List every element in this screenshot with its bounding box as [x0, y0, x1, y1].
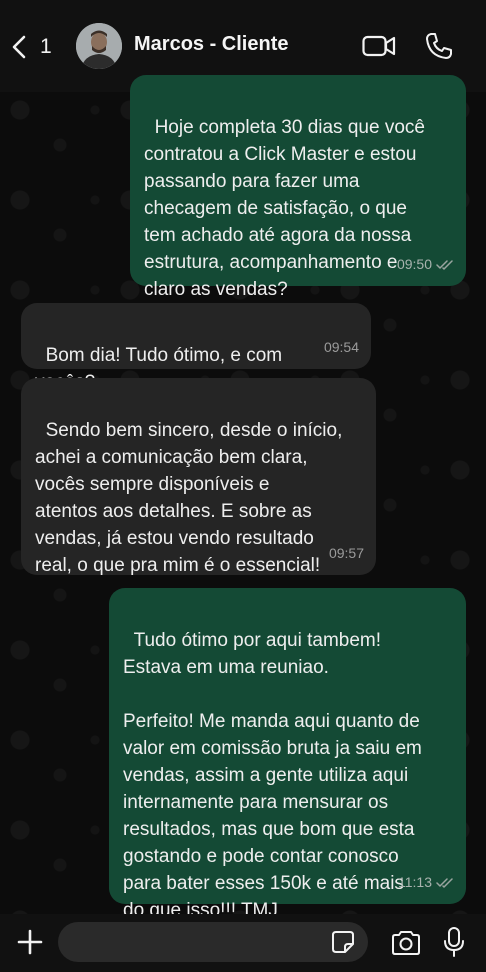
message-bubble-outgoing[interactable]: Tudo ótimo por aqui tambem! Estava em um… — [109, 588, 466, 921]
video-camera-icon — [362, 35, 396, 57]
contact-name[interactable]: Marcos - Cliente — [134, 33, 288, 56]
microphone-icon — [444, 927, 464, 957]
sticker-icon — [332, 931, 354, 953]
avatar[interactable] — [76, 23, 122, 69]
message-bubble-outgoing[interactable]: Hoje completa 30 dias que você contratou… — [130, 75, 466, 300]
attach-button[interactable] — [16, 928, 44, 956]
unread-count: 1 — [40, 35, 52, 58]
back-button[interactable]: 1 — [12, 30, 52, 64]
message-meta: 09:50 — [397, 251, 454, 278]
message-input[interactable] — [58, 922, 368, 962]
microphone-button[interactable] — [442, 926, 466, 958]
message-time: 09:57 — [328, 545, 364, 561]
message-meta: 09:57 — [329, 540, 364, 567]
camera-button[interactable] — [390, 929, 422, 957]
camera-icon — [392, 931, 420, 955]
message-text: Sendo bem sincero, desde o início, achei… — [35, 420, 343, 576]
video-call-button[interactable] — [362, 32, 396, 60]
message-time: 09:54 — [323, 339, 359, 355]
message-meta: 11:13 — [398, 869, 454, 896]
plus-icon — [17, 929, 43, 955]
chevron-left-icon — [12, 35, 26, 59]
sticker-button[interactable] — [331, 930, 355, 954]
read-ticks-icon — [436, 260, 453, 270]
message-time: 09:50 — [396, 256, 432, 272]
message-bubble-incoming[interactable]: Bom dia! Tudo ótimo, e com vocês? 09:54 — [21, 303, 371, 393]
message-text: Tudo ótimo por aqui tambem! Estava em um… — [123, 630, 422, 921]
voice-call-button[interactable] — [424, 31, 454, 61]
composer-bar — [0, 914, 486, 972]
read-ticks-icon — [436, 878, 453, 888]
message-time: 11:13 — [398, 874, 432, 890]
message-meta: 09:54 — [324, 334, 359, 361]
message-text: Hoje completa 30 dias que você contratou… — [144, 117, 425, 300]
message-bubble-incoming[interactable]: Sendo bem sincero, desde o início, achei… — [21, 378, 376, 576]
phone-icon — [426, 33, 452, 59]
